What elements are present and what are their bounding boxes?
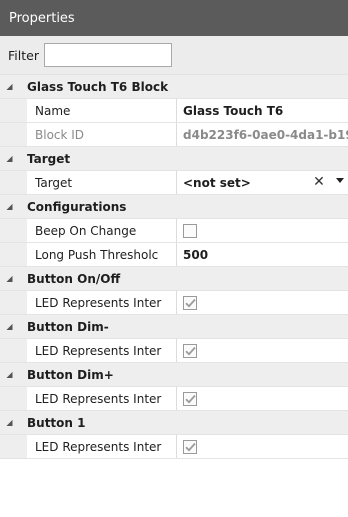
property-value-text: 500 [183,247,209,262]
property-value[interactable] [177,435,348,458]
category-label: Configurations [27,199,127,214]
property-name[interactable]: Target [27,171,177,194]
category-configurations[interactable]: ◢ Configurations [0,195,348,219]
filter-bar: Filter [0,36,348,75]
category-target[interactable]: ◢ Target [0,147,348,171]
property-row-led-represents-inter: LED Represents Inter [0,339,348,363]
row-gutter [0,219,27,242]
property-checkbox[interactable] [183,343,197,358]
property-value[interactable] [177,339,348,362]
checkmark-icon [184,394,196,404]
property-row-name: Name Glass Touch T6 [0,99,348,123]
property-value[interactable] [177,387,348,410]
property-checkbox[interactable] [183,439,197,454]
checkmark-icon [184,298,196,308]
property-row-led-represents-inter: LED Represents Inter [0,291,348,315]
property-value[interactable]: 500 [177,243,348,266]
collapse-arrow-icon[interactable]: ◢ [0,370,19,379]
collapse-arrow-icon[interactable]: ◢ [0,82,19,91]
property-row-led-represents-inter: LED Represents Inter [0,387,348,411]
clear-icon[interactable]: ✕ [312,174,326,190]
property-name[interactable]: LED Represents Inter [27,435,177,458]
property-value[interactable] [177,291,348,314]
collapse-arrow-icon[interactable]: ◢ [0,274,19,283]
category-label: Target [27,151,71,166]
property-value-text: <not set> [183,175,251,190]
category-label: Button On/Off [27,271,121,286]
row-gutter [0,99,27,122]
property-row-led-represents-inter: LED Represents Inter [0,435,348,459]
filter-input[interactable] [43,43,172,67]
row-gutter [0,291,27,314]
category-button-dim[interactable]: ◢ Button Dim- [0,315,348,339]
collapse-arrow-icon[interactable]: ◢ [0,418,19,427]
row-gutter [0,387,27,410]
category-label: Button Dim+ [27,367,114,382]
property-value-text: d4b223f6-0ae0-4da1-b19 [183,127,348,142]
property-checkbox[interactable] [183,223,197,238]
row-gutter [0,435,27,458]
row-gutter [0,123,27,146]
panel-titlebar: Properties [0,0,348,36]
category-label: Button Dim- [27,319,109,334]
collapse-arrow-icon[interactable]: ◢ [0,154,19,163]
property-name[interactable]: Name [27,99,177,122]
property-row-target: Target <not set> ✕ [0,171,348,195]
property-value[interactable]: Glass Touch T6 [177,99,348,122]
row-gutter [0,339,27,362]
dropdown-arrow-icon[interactable] [336,178,344,183]
property-row-long-push-thresholc: Long Push Thresholc 500 [0,243,348,267]
category-button-on-off[interactable]: ◢ Button On/Off [0,267,348,291]
property-value: d4b223f6-0ae0-4da1-b19 [177,123,348,146]
property-checkbox[interactable] [183,295,197,310]
row-gutter [0,243,27,266]
property-value[interactable]: <not set> ✕ [177,171,348,194]
checkmark-icon [184,442,196,452]
property-grid: ◢ Glass Touch T6 Block Name Glass Touch T6 B… [0,75,348,459]
category-label: Glass Touch T6 Block [27,79,169,94]
filter-label: Filter [8,47,39,63]
property-value[interactable] [177,219,348,242]
property-row-block-id: Block ID d4b223f6-0ae0-4da1-b19 [0,123,348,147]
property-value-text: Glass Touch T6 [183,103,284,118]
category-label: Button 1 [27,415,86,430]
property-row-beep-on-change: Beep On Change [0,219,348,243]
row-gutter [0,171,27,194]
property-checkbox[interactable] [183,391,197,406]
property-name[interactable]: LED Represents Inter [27,291,177,314]
property-name[interactable]: Long Push Thresholc [27,243,177,266]
property-name[interactable]: LED Represents Inter [27,387,177,410]
category-glass-touch-t6-block[interactable]: ◢ Glass Touch T6 Block [0,75,348,99]
panel-title: Properties [9,10,75,26]
collapse-arrow-icon[interactable]: ◢ [0,202,19,211]
collapse-arrow-icon[interactable]: ◢ [0,322,19,331]
property-name[interactable]: Beep On Change [27,219,177,242]
category-button-dim[interactable]: ◢ Button Dim+ [0,363,348,387]
category-button-1[interactable]: ◢ Button 1 [0,411,348,435]
property-name[interactable]: LED Represents Inter [27,339,177,362]
property-name[interactable]: Block ID [27,123,177,146]
checkmark-icon [184,346,196,356]
properties-panel: Properties Filter ◢ Glass Touch T6 Block N… [0,0,348,517]
